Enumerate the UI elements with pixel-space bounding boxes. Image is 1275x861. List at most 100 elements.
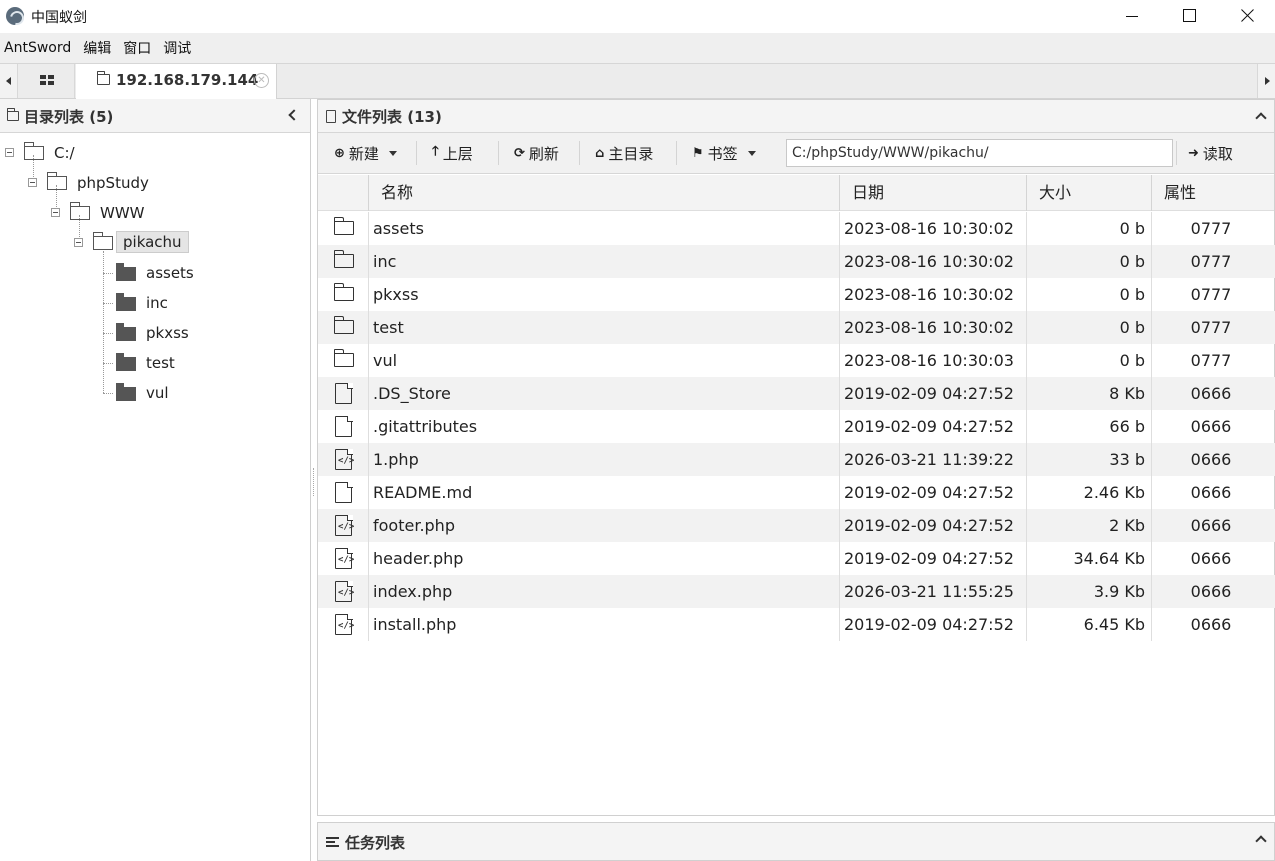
file-name: README.md: [373, 483, 473, 502]
file-size: 34.64 Kb: [1073, 549, 1145, 568]
file-row[interactable]: vul 2023-08-16 10:30:03 0 b 0777: [318, 344, 1275, 377]
file-row[interactable]: </> 1.php 2026-03-21 11:39:22 33 b 0666: [318, 443, 1275, 476]
column-header-size[interactable]: 大小: [1026, 175, 1151, 211]
tab-scroll-right-button[interactable]: [1257, 64, 1275, 98]
bookmark-button[interactable]: ⚑ 书签: [692, 138, 756, 168]
file-row[interactable]: assets 2023-08-16 10:30:02 0 b 0777: [318, 212, 1275, 245]
panel-splitter-handle[interactable]: [313, 468, 315, 496]
file-attributes: 0666: [1190, 417, 1232, 436]
column-header-name[interactable]: 名称: [368, 175, 839, 211]
file-size: 33 b: [1109, 450, 1145, 469]
column-header-date[interactable]: 日期: [839, 175, 1026, 211]
file-attributes: 0777: [1190, 219, 1232, 238]
directory-panel-header: 目录列表 (5): [0, 99, 310, 133]
menu-debug[interactable]: 调试: [159, 38, 195, 58]
up-level-button[interactable]: 🡑 上层: [432, 138, 473, 168]
home-directory-button[interactable]: ⌂ 主目录: [595, 138, 653, 168]
file-attributes: 0666: [1190, 483, 1232, 502]
new-button[interactable]: ⊕ 新建: [334, 138, 397, 168]
column-divider: [1151, 212, 1152, 245]
file-attributes: 0666: [1190, 384, 1232, 403]
file-row[interactable]: pkxss 2023-08-16 10:30:02 0 b 0777: [318, 278, 1275, 311]
file-row[interactable]: README.md 2019-02-09 04:27:52 2.46 Kb 0666: [318, 476, 1275, 509]
column-divider: [839, 212, 840, 245]
column-divider: [1151, 311, 1152, 344]
column-divider: [368, 377, 369, 410]
column-divider: [1151, 278, 1152, 311]
tab-home-grid[interactable]: [19, 64, 75, 98]
tree-node-phpstudy[interactable]: phpStudy: [0, 171, 300, 195]
column-divider: [1151, 443, 1152, 476]
bookmark-label: 书签: [707, 144, 738, 163]
tree-collapse-icon[interactable]: [51, 208, 60, 217]
code-mark-icon: </>: [338, 555, 355, 565]
file-row[interactable]: .DS_Store 2019-02-09 04:27:52 8 Kb 0666: [318, 377, 1275, 410]
file-size: 0 b: [1119, 318, 1145, 337]
tree-node-test[interactable]: test: [0, 351, 300, 375]
file-size: 2 Kb: [1109, 516, 1145, 535]
folder-icon: [333, 349, 354, 367]
file-row[interactable]: test 2023-08-16 10:30:02 0 b 0777: [318, 311, 1275, 344]
column-divider: [368, 608, 369, 641]
file-row[interactable]: </> header.php 2019-02-09 04:27:52 34.64 Kb…: [318, 542, 1275, 575]
tree-node-pikachu[interactable]: pikachu: [0, 231, 300, 255]
file-date: 2026-03-21 11:55:25: [844, 582, 1014, 601]
file-row[interactable]: </> footer.php 2019-02-09 04:27:52 2 Kb 0666: [318, 509, 1275, 542]
file-attributes: 0666: [1190, 582, 1232, 601]
chevron-down-icon: [388, 150, 397, 156]
directory-panel: 目录列表 (5) C:/ phpStudy WWW pikachu assets…: [0, 99, 311, 861]
folder-icon: [116, 353, 136, 371]
close-window-button[interactable]: [1219, 0, 1275, 33]
tree-collapse-icon[interactable]: [74, 238, 83, 247]
column-divider: [1026, 509, 1027, 542]
column-divider: [839, 542, 840, 575]
column-divider: [839, 245, 840, 278]
tree-collapse-icon[interactable]: [28, 178, 37, 187]
toolbar-divider: [416, 141, 417, 165]
tab-close-button[interactable]: ✕: [254, 73, 269, 88]
column-divider: [1151, 245, 1152, 278]
file-name: footer.php: [373, 516, 455, 535]
tab-scroll-left-button[interactable]: [0, 64, 18, 98]
column-header-attributes[interactable]: 属性: [1151, 175, 1275, 211]
refresh-button[interactable]: ⟳ 刷新: [514, 138, 559, 168]
tree-node-pkxss[interactable]: pkxss: [0, 321, 300, 345]
column-divider: [368, 542, 369, 575]
tree-node-assets[interactable]: assets: [0, 261, 300, 285]
title-bar: 中国蚁剑: [0, 0, 1275, 33]
file-attributes: 0777: [1190, 252, 1232, 271]
file-size: 8 Kb: [1109, 384, 1145, 403]
tree-label: WWW: [100, 204, 145, 222]
read-path-button[interactable]: ➜ 读取: [1188, 138, 1233, 168]
tree-node-www[interactable]: WWW: [0, 201, 300, 225]
maximize-button[interactable]: [1161, 0, 1219, 33]
tree-node-c-drive[interactable]: C:/: [0, 141, 300, 165]
window-title: 中国蚁剑: [31, 10, 87, 26]
file-row[interactable]: </> index.php 2026-03-21 11:55:25 3.9 Kb 066…: [318, 575, 1275, 608]
file-row[interactable]: .gitattributes 2019-02-09 04:27:52 66 b 066…: [318, 410, 1275, 443]
tree-label: assets: [146, 264, 194, 282]
column-divider: [1151, 377, 1152, 410]
tree-label: pkxss: [146, 324, 189, 342]
path-input[interactable]: [786, 139, 1173, 167]
menu-window[interactable]: 窗口: [119, 38, 155, 58]
folder-icon: [7, 108, 19, 121]
menu-edit[interactable]: 编辑: [79, 38, 115, 58]
column-divider: [1026, 212, 1027, 245]
collapse-up-icon[interactable]: [1255, 112, 1267, 124]
tree-node-inc[interactable]: inc: [0, 291, 300, 315]
home-icon: ⌂: [595, 145, 605, 161]
expand-up-icon[interactable]: [1255, 835, 1267, 847]
collapse-panel-icon[interactable]: [288, 109, 300, 121]
column-divider: [1151, 410, 1152, 443]
file-row[interactable]: </> install.php 2019-02-09 04:27:52 6.45 Kb…: [318, 608, 1275, 641]
file-row[interactable]: inc 2023-08-16 10:30:02 0 b 0777: [318, 245, 1275, 278]
column-divider: [839, 344, 840, 377]
tree-node-vul[interactable]: vul: [0, 381, 300, 405]
menu-antsword[interactable]: AntSword: [0, 40, 75, 56]
folder-open-icon: [24, 142, 44, 160]
minimize-button[interactable]: [1103, 0, 1161, 33]
tree-collapse-icon[interactable]: [5, 148, 14, 157]
file-attributes: 0666: [1190, 615, 1232, 634]
tab-connection[interactable]: 192.168.179.144 ✕: [76, 64, 277, 99]
